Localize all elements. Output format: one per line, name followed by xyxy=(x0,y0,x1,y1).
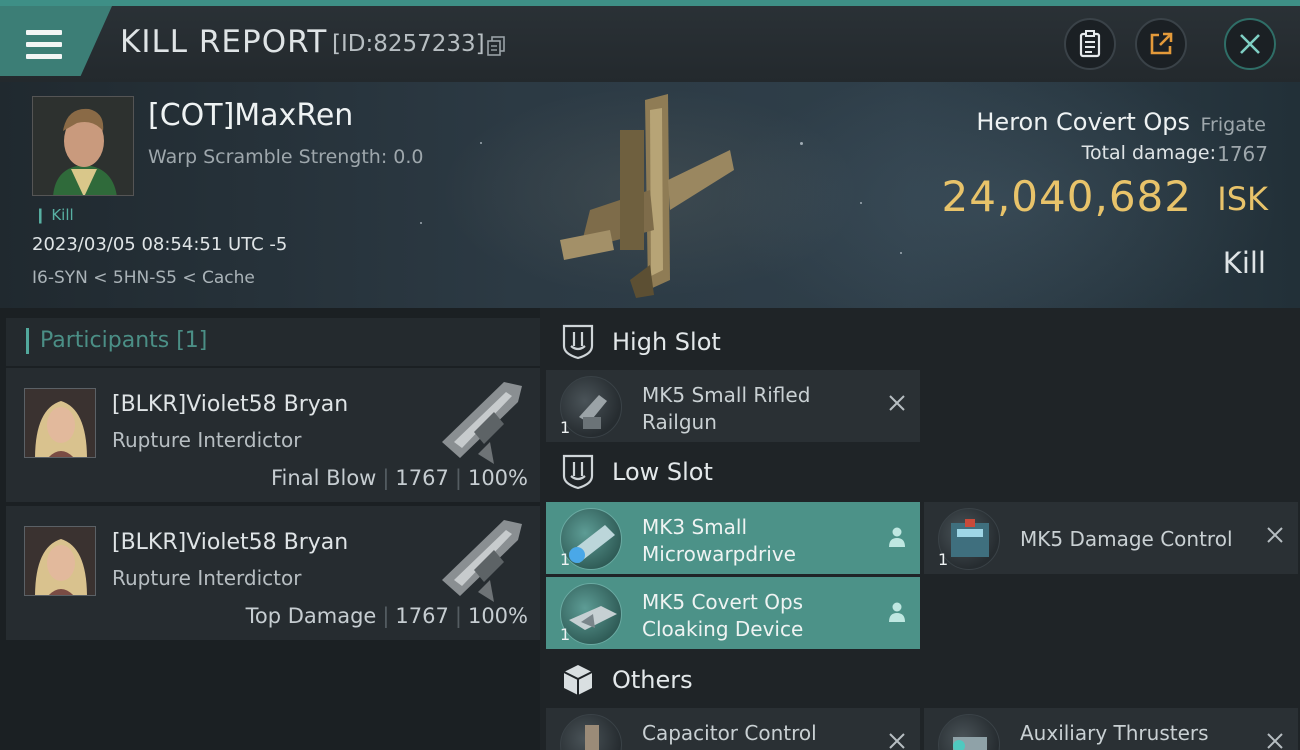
module-name-line2: Cloaking Device xyxy=(642,617,804,641)
total-damage-label: Total damage: xyxy=(1081,142,1216,164)
participant-ship-image xyxy=(442,382,522,464)
module-quantity: 1 xyxy=(560,625,571,644)
victim-ship-image xyxy=(560,94,734,298)
module-item[interactable]: 1 MK5 Damage Control xyxy=(924,502,1298,574)
low-slot-icon xyxy=(562,454,594,490)
module-name: MK5 Damage Control xyxy=(1020,526,1260,553)
module-quantity: 1 xyxy=(560,550,571,569)
participant-percent: 100% xyxy=(467,466,528,490)
others-title: Others xyxy=(612,666,693,694)
module-name: MK5 Small Rifled Railgun xyxy=(642,382,882,436)
module-name-line2: Railgun xyxy=(642,410,717,434)
participant-ship-image xyxy=(442,520,522,602)
page-title: KILL REPORT xyxy=(120,24,328,60)
close-icon xyxy=(1240,34,1260,54)
module-item[interactable]: Capacitor Control xyxy=(546,708,920,750)
share-icon xyxy=(1150,32,1173,55)
module-name: Capacitor Control xyxy=(642,720,882,747)
participant-name[interactable]: [BLKR]Violet58 Bryan xyxy=(112,530,348,555)
participant-damage: 1767 xyxy=(395,604,449,628)
module-name-line1: MK3 Small xyxy=(642,515,747,539)
isk-value: 24,040,682 xyxy=(941,172,1192,221)
share-button[interactable] xyxy=(1135,18,1187,70)
participant-name[interactable]: [BLKR]Violet58 Bryan xyxy=(112,392,348,417)
remove-icon[interactable] xyxy=(1264,730,1286,750)
participant-stats: Final Blow | 1767 | 100% xyxy=(271,466,528,490)
remove-icon[interactable] xyxy=(1264,524,1286,546)
low-slot-title: Low Slot xyxy=(612,458,713,486)
avatar xyxy=(33,97,133,195)
auxiliary-thrusters-icon xyxy=(938,714,1000,750)
high-slot-header: High Slot xyxy=(546,312,1300,372)
high-slot-icon xyxy=(562,324,594,360)
participant-ship: Rupture Interdictor xyxy=(112,566,302,590)
warp-scramble-strength: Warp Scramble Strength: 0.0 xyxy=(148,146,424,168)
module-name: Auxiliary Thrusters xyxy=(1020,720,1260,747)
high-slot-title: High Slot xyxy=(612,328,721,356)
isk-unit: ISK xyxy=(1217,180,1268,218)
clipboard-button[interactable] xyxy=(1064,18,1116,70)
hamburger-menu-icon[interactable] xyxy=(26,30,62,59)
module-name-line1: MK5 Damage Control xyxy=(1020,527,1233,551)
avatar xyxy=(25,389,95,457)
close-button[interactable] xyxy=(1224,18,1276,70)
module-item[interactable]: 1 MK5 Covert Ops Cloaking Device xyxy=(546,577,920,649)
participant-ship: Rupture Interdictor xyxy=(112,428,302,452)
avatar xyxy=(25,527,95,595)
module-name-line1: MK5 Small Rifled xyxy=(642,383,811,407)
report-id: [ID:8257233] xyxy=(332,31,485,57)
participant-avatar[interactable] xyxy=(24,526,96,596)
participants-header-bar xyxy=(26,328,29,354)
kill-tag: ❙ Kill xyxy=(34,206,74,224)
module-name-line1: MK5 Covert Ops xyxy=(642,590,804,614)
module-item[interactable]: 1 MK3 Small Microwarpdrive xyxy=(546,502,920,574)
module-name: MK3 Small Microwarpdrive xyxy=(642,514,882,568)
victim-ship-name: Heron Covert Ops xyxy=(976,108,1190,136)
person-icon[interactable] xyxy=(888,601,906,623)
copy-icon[interactable] xyxy=(487,36,505,56)
module-item[interactable]: 1 MK5 Small Rifled Railgun xyxy=(546,370,920,442)
module-name-line1: Auxiliary Thrusters xyxy=(1020,721,1209,745)
victim-portrait[interactable] xyxy=(32,96,134,196)
remove-icon[interactable] xyxy=(886,730,908,750)
module-item[interactable]: Auxiliary Thrusters xyxy=(924,708,1298,750)
others-header: Others xyxy=(546,650,1300,710)
clipboard-icon xyxy=(1079,30,1101,58)
participants-title: Participants [1] xyxy=(40,328,208,353)
module-quantity: 1 xyxy=(938,550,949,569)
kill-time: 2023/03/05 08:54:51 UTC -5 xyxy=(32,234,288,255)
total-damage-value: 1767 xyxy=(1217,142,1268,166)
kill-tag-label: Kill xyxy=(51,206,74,224)
kill-result: Kill xyxy=(1222,246,1266,280)
participant-card[interactable]: [BLKR]Violet58 Bryan Rupture Interdictor… xyxy=(6,368,540,502)
kill-location: I6-SYN < 5HN-S5 < Cache xyxy=(32,268,255,288)
participant-avatar[interactable] xyxy=(24,388,96,458)
participant-damage: 1767 xyxy=(395,466,449,490)
victim-pilot-name[interactable]: [COT]MaxRen xyxy=(148,98,353,133)
victim-ship-class: Frigate xyxy=(1200,114,1266,136)
participant-card[interactable]: [BLKR]Violet58 Bryan Rupture Interdictor… xyxy=(6,506,540,640)
module-name: MK5 Covert Ops Cloaking Device xyxy=(642,589,882,643)
cube-icon xyxy=(563,665,593,695)
participant-role: Top Damage xyxy=(245,604,377,628)
module-quantity: 1 xyxy=(560,418,571,437)
participant-percent: 100% xyxy=(467,604,528,628)
module-name-line1: Capacitor Control xyxy=(642,721,817,745)
module-name-line2: Microwarpdrive xyxy=(642,542,796,566)
remove-icon[interactable] xyxy=(886,392,908,414)
participant-stats: Top Damage | 1767 | 100% xyxy=(245,604,528,628)
participant-role: Final Blow xyxy=(271,466,377,490)
low-slot-header: Low Slot xyxy=(546,442,1300,502)
capacitor-control-icon xyxy=(560,714,622,750)
person-icon[interactable] xyxy=(888,526,906,548)
